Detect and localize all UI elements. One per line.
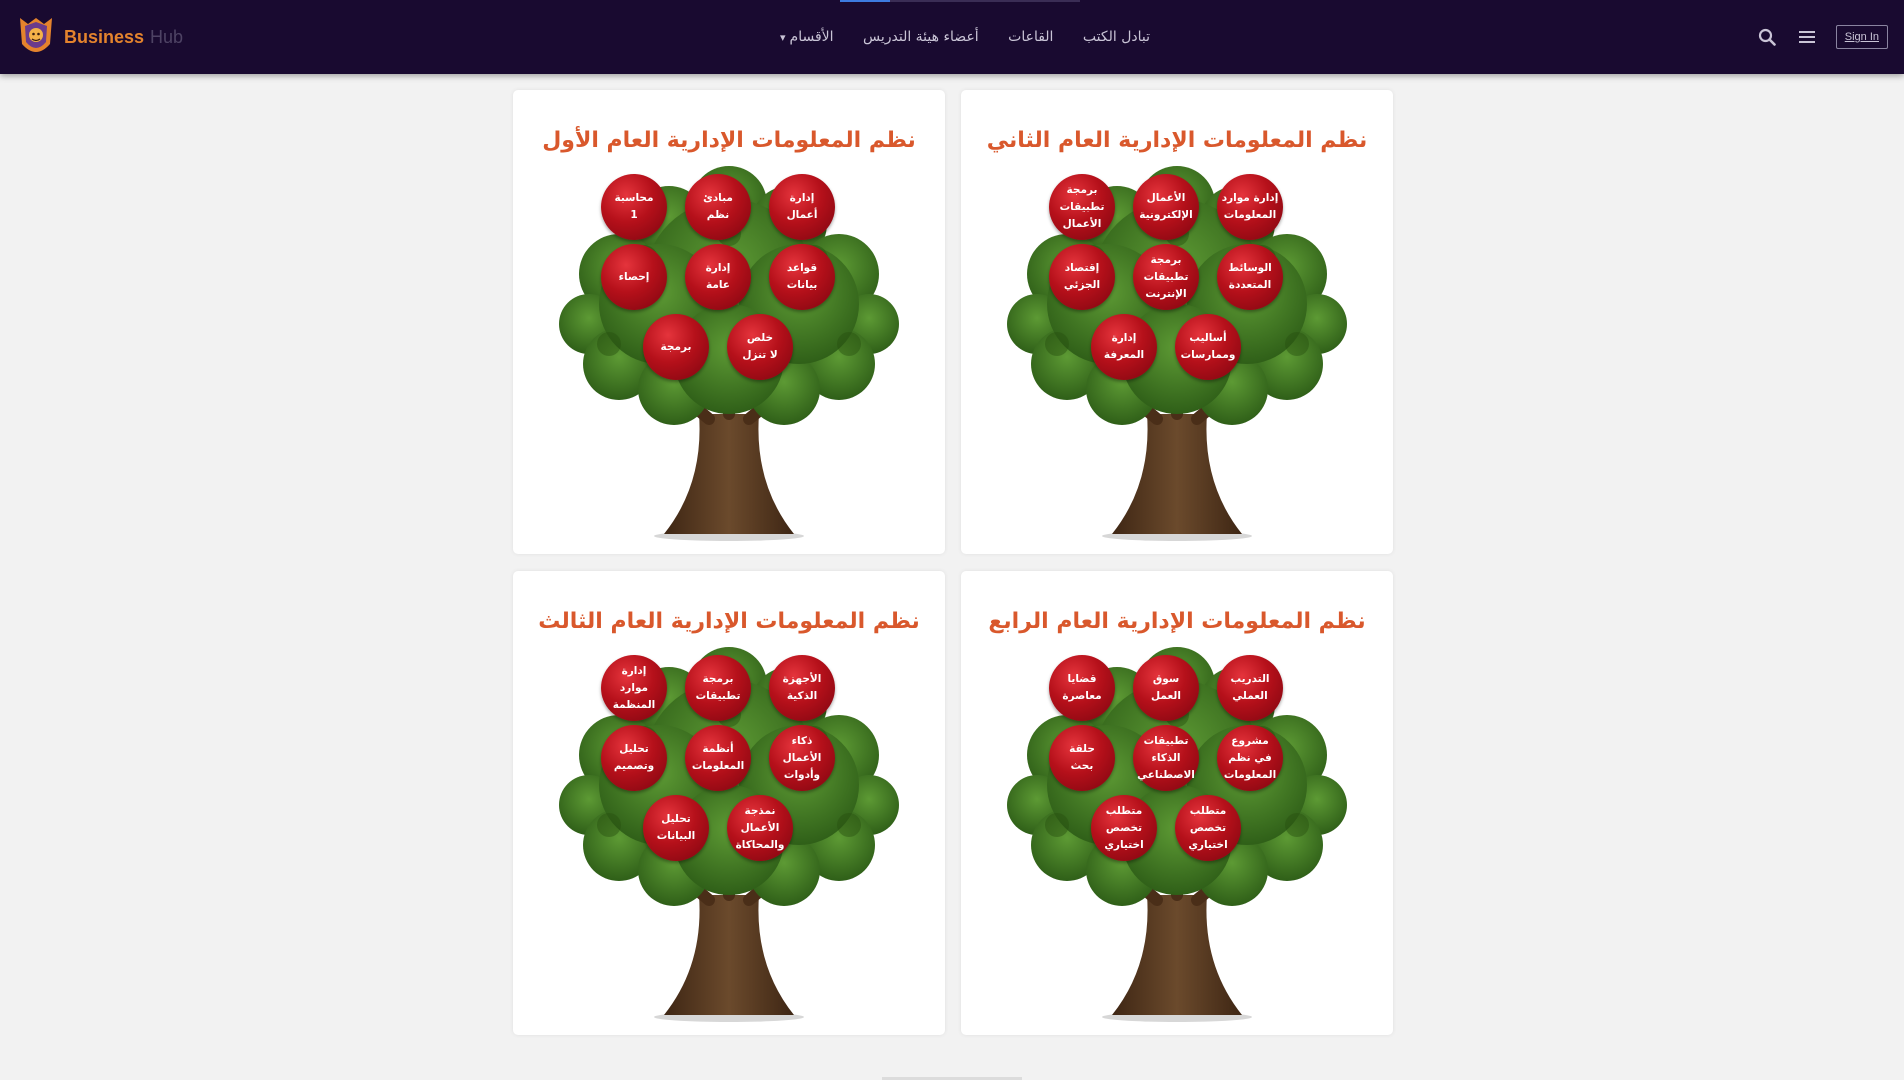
course-apple[interactable]: إدارة المعرفة xyxy=(1091,314,1157,380)
course-apple[interactable]: مشروع في نظم المعلومات xyxy=(1217,725,1283,791)
nav-link-label: أعضاء هيئة التدريس xyxy=(862,29,979,45)
course-apple[interactable]: تطبيقات الذكاء الاصطناعي xyxy=(1133,725,1199,791)
course-label: تطبيقات الذكاء الاصطناعي xyxy=(1137,734,1195,781)
course-label: متطلب تخصص اختياري xyxy=(1188,804,1228,851)
course-apple[interactable]: برمجة xyxy=(643,314,709,380)
year-card-4: نظم المعلومات الإدارية العام الرابع التد… xyxy=(961,571,1393,1035)
course-apple[interactable]: برمجة تطبيقات الإنترنت xyxy=(1133,244,1199,310)
card-title: نظم المعلومات الإدارية العام الأول xyxy=(542,128,916,153)
course-label: أنظمة المعلومات xyxy=(691,743,745,772)
course-apple[interactable]: مبادئ نظم xyxy=(685,174,751,240)
card-title: نظم المعلومات الإدارية العام الرابع xyxy=(988,609,1366,634)
course-apple[interactable]: الأجهزة الذكية xyxy=(769,655,835,721)
course-apple[interactable]: الوسائط المتعددة xyxy=(1217,244,1283,310)
brand-logo-icon xyxy=(20,18,52,52)
curriculum-tree: الأجهزة الذكية برمجة تطبيقات إدارة موارد… xyxy=(549,645,909,1025)
card-title: نظم المعلومات الإدارية العام الثالث xyxy=(538,609,920,634)
course-label: برمجة تطبيقات xyxy=(695,673,741,702)
nav-link-halls[interactable]: القاعات xyxy=(1008,29,1053,45)
course-label: محاسبة 1 xyxy=(614,192,654,221)
course-label: إدارة عامة xyxy=(705,262,731,291)
course-apple[interactable]: متطلب تخصص اختياري xyxy=(1091,795,1157,861)
nav-link-label: القاعات xyxy=(1008,29,1054,45)
course-apple[interactable]: سوق العمل xyxy=(1133,655,1199,721)
course-apple[interactable]: تحليل وتصميم xyxy=(601,725,667,791)
curriculum-tree: التدريب العملي سوق العمل قضايا معاصرة مش… xyxy=(997,645,1357,1025)
course-label: برمجة تطبيقات الأعمال xyxy=(1059,183,1105,230)
signin-button[interactable]: Sign In xyxy=(1835,25,1888,49)
course-label: قضايا معاصرة xyxy=(1062,673,1102,702)
course-apple[interactable]: قضايا معاصرة xyxy=(1049,655,1115,721)
course-label: الوسائط المتعددة xyxy=(1228,262,1272,291)
nav-link-book-exchange[interactable]: تبادل الكتب xyxy=(1083,29,1150,45)
course-apple[interactable]: إدارة عامة xyxy=(685,244,751,310)
course-apple[interactable]: أساليب وممارسات xyxy=(1175,314,1241,380)
course-label: إدارة أعمال xyxy=(786,192,818,221)
course-apple[interactable]: تحليل البيانات xyxy=(643,795,709,861)
course-label: برمجة xyxy=(660,340,692,353)
course-label: أساليب وممارسات xyxy=(1180,332,1236,361)
year-card-2: نظم المعلومات الإدارية العام الثاني إدار… xyxy=(961,90,1393,554)
course-label: حلقة بحث xyxy=(1069,743,1095,772)
course-label: سوق العمل xyxy=(1151,673,1181,702)
course-apple[interactable]: إقتصاد الجزئي xyxy=(1049,244,1115,310)
course-label: ذكاء الأعمال وأدوات xyxy=(782,734,822,781)
course-label: إدارة موارد المعلومات xyxy=(1221,192,1279,221)
course-apple[interactable]: إدارة موارد المنظمة xyxy=(601,655,667,721)
course-label: قواعد بيانات xyxy=(786,262,818,291)
course-label: إدارة المعرفة xyxy=(1103,332,1145,361)
course-apple[interactable]: نمذجة الأعمال والمحاكاة xyxy=(727,795,793,861)
course-apple[interactable]: متطلب تخصص اختياري xyxy=(1175,795,1241,861)
course-label: متطلب تخصص اختياري xyxy=(1104,804,1144,851)
course-apple[interactable]: محاسبة 1 xyxy=(601,174,667,240)
course-label: مشروع في نظم المعلومات xyxy=(1223,734,1277,781)
course-label: برمجة تطبيقات الإنترنت xyxy=(1143,253,1189,300)
nav-link-faculty[interactable]: أعضاء هيئة التدريس xyxy=(863,29,979,45)
course-apple[interactable]: التدريب العملي xyxy=(1217,655,1283,721)
curriculum-tree: إدارة موارد المعلومات الأعمال الإلكتروني… xyxy=(997,164,1357,544)
course-label: تحليل وتصميم xyxy=(613,743,655,772)
card-title: نظم المعلومات الإدارية العام الثاني xyxy=(986,128,1368,153)
brand-sub-text: Hub xyxy=(150,26,184,47)
nav-link-label: تبادل الكتب xyxy=(1082,29,1150,45)
nav-link-departments[interactable]: الأقسام ▾ xyxy=(780,29,834,45)
course-apple[interactable]: خلص لا تنزل xyxy=(727,314,793,380)
year-card-1: نظم المعلومات الإدارية العام الأول إدارة… xyxy=(513,90,945,554)
brand[interactable]: Business Hub xyxy=(16,13,183,61)
course-label: الأعمال الإلكترونية xyxy=(1139,192,1193,221)
hamburger-menu-icon[interactable] xyxy=(1796,26,1818,48)
course-apple[interactable]: قواعد بيانات xyxy=(769,244,835,310)
course-apple[interactable]: ذكاء الأعمال وأدوات xyxy=(769,725,835,791)
brand-name: Business Hub xyxy=(64,27,183,48)
curriculum-tree: إدارة أعمال مبادئ نظم محاسبة 1 قواعد بيا… xyxy=(549,164,909,544)
course-label: نمذجة الأعمال والمحاكاة xyxy=(735,804,785,851)
course-label: التدريب العملي xyxy=(1230,673,1270,702)
course-label: خلص لا تنزل xyxy=(742,332,778,361)
navbar: Business Hub الأقسام ▾ أعضاء هيئة التدريس… xyxy=(0,0,1904,74)
nav-actions: Sign In xyxy=(1756,0,1888,74)
nav-links: الأقسام ▾ أعضاء هيئة التدريس القاعات تبا… xyxy=(780,0,1150,74)
course-label: مبادئ نظم xyxy=(703,192,733,221)
course-apple[interactable]: حلقة بحث xyxy=(1049,725,1115,791)
course-label: تحليل البيانات xyxy=(656,813,696,842)
year-card-3: نظم المعلومات الإدارية العام الثالث الأج… xyxy=(513,571,945,1035)
search-icon[interactable] xyxy=(1756,26,1778,48)
course-label: الأجهزة الذكية xyxy=(782,673,822,702)
course-label: إقتصاد الجزئي xyxy=(1063,262,1101,291)
course-apple[interactable]: إدارة أعمال xyxy=(769,174,835,240)
nav-link-label: الأقسام xyxy=(789,29,834,45)
course-apple[interactable]: برمجة تطبيقات الأعمال xyxy=(1049,174,1115,240)
course-apple[interactable]: إدارة موارد المعلومات xyxy=(1217,174,1283,240)
brand-main-text: Business xyxy=(64,26,145,47)
course-apple[interactable]: أنظمة المعلومات xyxy=(685,725,751,791)
course-apple[interactable]: برمجة تطبيقات xyxy=(685,655,751,721)
course-apple[interactable]: الأعمال الإلكترونية xyxy=(1133,174,1199,240)
course-label: إحصاء xyxy=(618,270,650,283)
course-apple[interactable]: إحصاء xyxy=(601,244,667,310)
caret-down-icon: ▾ xyxy=(780,30,786,44)
course-label: إدارة موارد المنظمة xyxy=(612,664,656,711)
